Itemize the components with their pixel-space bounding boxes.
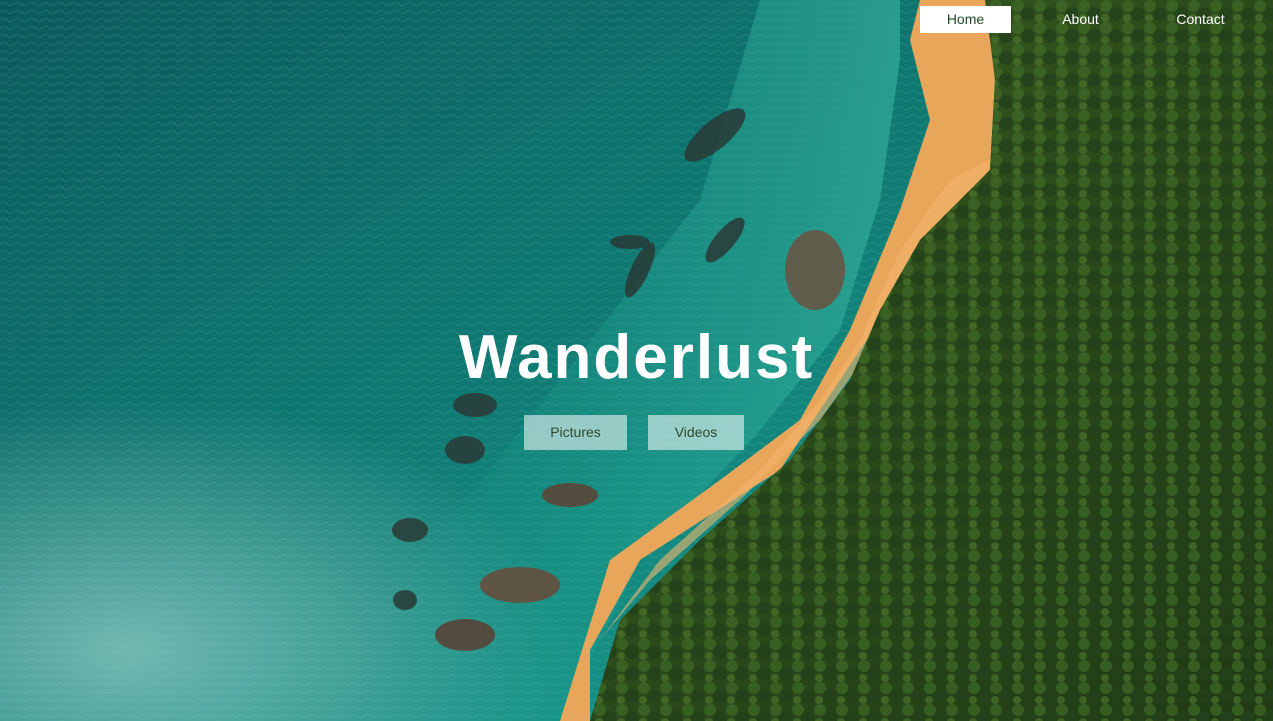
nav-home-link[interactable]: Home	[920, 6, 1011, 33]
nav-contact-link[interactable]: Contact	[1155, 6, 1246, 33]
nav-about-link[interactable]: About	[1035, 6, 1126, 33]
top-navigation: Home About Contact	[920, 6, 1260, 33]
pictures-button[interactable]: Pictures	[524, 415, 627, 450]
videos-button[interactable]: Videos	[648, 415, 744, 450]
hero-title: Wanderlust	[458, 323, 815, 392]
hero-section: Home About Contact Wanderlust Pictures V…	[0, 0, 1273, 721]
